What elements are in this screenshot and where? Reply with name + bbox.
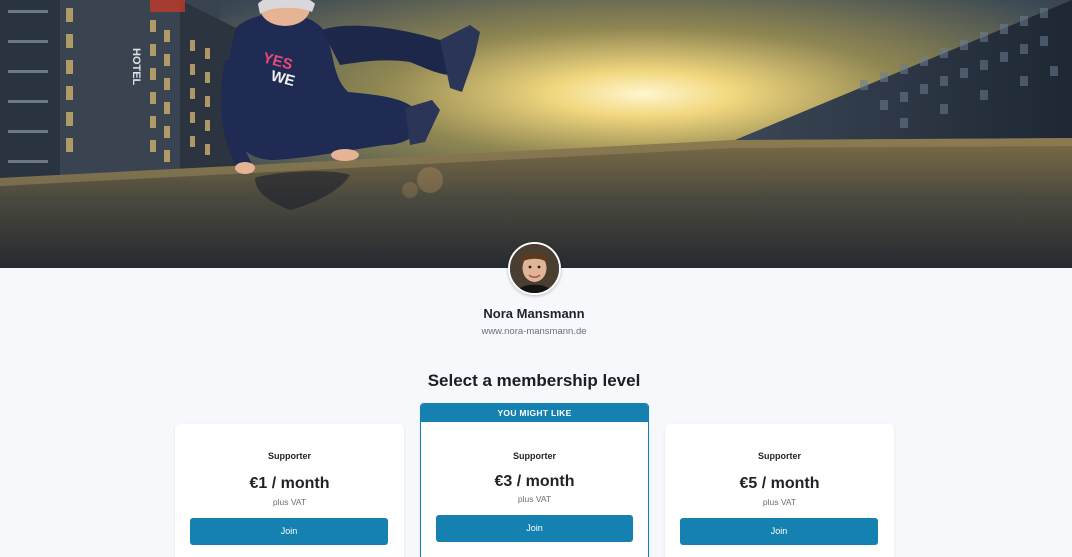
tier-card-3: Supporter €5 / month plus VAT Join — [665, 424, 894, 557]
cover-illustration: HOTEL YES WE — [0, 0, 1072, 268]
recommended-badge: YOU MIGHT LIKE — [421, 404, 648, 422]
tier-price: €5 / month — [739, 475, 820, 492]
tier-vat-note: plus VAT — [762, 497, 797, 507]
join-button[interactable]: Join — [190, 518, 388, 545]
tier-name: Supporter — [757, 451, 801, 461]
hotel-sign: HOTEL — [130, 48, 142, 86]
tier-card-2: YOU MIGHT LIKE Supporter €3 / month plus… — [420, 403, 649, 557]
join-button[interactable]: Join — [436, 515, 633, 542]
creator-name: Nora Mansmann — [483, 306, 585, 321]
cover-photo: HOTEL YES WE — [0, 0, 1072, 268]
tier-price: €3 / month — [494, 473, 575, 490]
avatar — [508, 242, 561, 295]
join-button[interactable]: Join — [680, 518, 878, 545]
tier-card-1: Supporter €1 / month plus VAT Join — [175, 424, 404, 557]
tier-vat-note: plus VAT — [517, 494, 552, 504]
tier-name: Supporter — [267, 451, 311, 461]
tier-name: Supporter — [512, 451, 556, 461]
section-title: Select a membership level — [427, 371, 641, 390]
avatar-image — [510, 244, 559, 293]
creator-website-link[interactable]: www.nora-mansmann.de — [0, 326, 1068, 337]
tier-price: €1 / month — [249, 475, 330, 492]
tier-vat-note: plus VAT — [272, 497, 307, 507]
